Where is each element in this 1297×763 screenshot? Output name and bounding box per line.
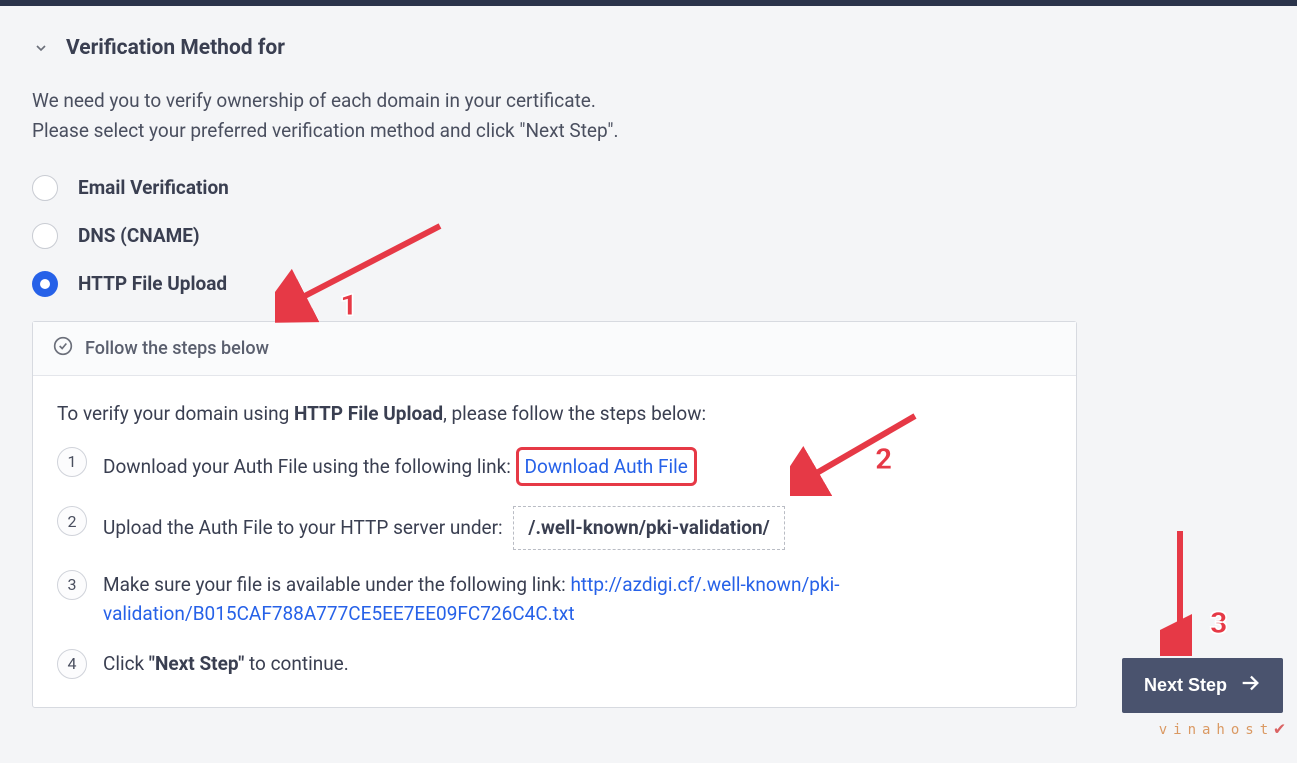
option-label: HTTP File Upload <box>78 272 227 295</box>
intro-line: Please select your preferred verificatio… <box>32 116 1265 146</box>
step-3: 3 Make sure your file is available under… <box>57 570 1052 629</box>
step-number: 2 <box>57 506 87 536</box>
steps-card-header: Follow the steps below <box>33 322 1076 376</box>
upload-path-box[interactable]: /.well-known/pki-validation/ <box>513 506 784 549</box>
steps-intro: To verify your domain using HTTP File Up… <box>57 402 1052 425</box>
chevron-down-icon <box>32 39 50 57</box>
option-label: DNS (CNAME) <box>78 224 200 247</box>
main-panel: Verification Method for We need you to v… <box>0 6 1297 708</box>
step-number: 3 <box>57 570 87 600</box>
check-circle-icon <box>53 336 73 361</box>
intro-line: We need you to verify ownership of each … <box>32 86 1265 116</box>
steps-card: Follow the steps below To verify your do… <box>32 321 1077 708</box>
step-4: 4 Click "Next Step" to continue. <box>57 649 1052 679</box>
arrow-right-icon <box>1239 672 1261 699</box>
step-2: 2 Upload the Auth File to your HTTP serv… <box>57 506 1052 549</box>
next-step-label: Next Step <box>1144 675 1227 696</box>
download-auth-link[interactable]: Download Auth File <box>525 455 688 478</box>
steps-body: To verify your domain using HTTP File Up… <box>33 376 1076 707</box>
step-text: Make sure your file is available under t… <box>103 570 1052 629</box>
watermark: vinahost✔ <box>1159 718 1285 739</box>
next-step-button[interactable]: Next Step <box>1122 658 1283 713</box>
intro-text: We need you to verify ownership of each … <box>32 86 1265 147</box>
step-number: 4 <box>57 649 87 679</box>
step-text: Download your Auth File using the follow… <box>103 447 1052 486</box>
option-label: Email Verification <box>78 176 229 199</box>
option-dns[interactable]: DNS (CNAME) <box>32 223 1265 249</box>
step-list: 1 Download your Auth File using the foll… <box>57 447 1052 679</box>
download-auth-highlight: Download Auth File <box>516 447 697 486</box>
radio-icon[interactable] <box>32 175 58 201</box>
section-header[interactable]: Verification Method for <box>32 36 1265 60</box>
section-title: Verification Method for <box>66 36 285 60</box>
steps-header-text: Follow the steps below <box>85 338 269 359</box>
step-number: 1 <box>57 447 87 477</box>
radio-icon[interactable] <box>32 223 58 249</box>
option-http[interactable]: HTTP File Upload <box>32 271 1265 297</box>
verification-options: Email Verification DNS (CNAME) HTTP File… <box>32 175 1265 297</box>
step-text: Click "Next Step" to continue. <box>103 649 1052 678</box>
step-1: 1 Download your Auth File using the foll… <box>57 447 1052 486</box>
step-text: Upload the Auth File to your HTTP server… <box>103 506 1052 549</box>
radio-icon[interactable] <box>32 271 58 297</box>
option-email[interactable]: Email Verification <box>32 175 1265 201</box>
